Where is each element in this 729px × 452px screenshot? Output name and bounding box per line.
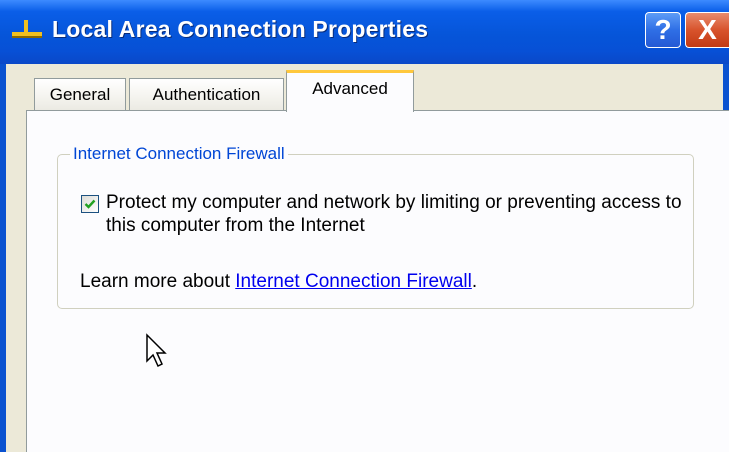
window-title: Local Area Connection Properties — [52, 16, 429, 42]
firewall-group-title: Internet Connection Firewall — [70, 144, 288, 164]
protect-computer-checkbox[interactable] — [81, 195, 99, 213]
learn-more-suffix: . — [471, 271, 478, 292]
network-connection-icon — [10, 20, 44, 46]
tab-general[interactable]: General — [34, 78, 126, 110]
mouse-pointer-icon — [145, 333, 169, 374]
learn-more-prefix: Learn more about — [80, 271, 236, 292]
checkmark-icon — [84, 199, 96, 209]
window-border-left — [0, 64, 6, 452]
protect-computer-label[interactable]: Protect my computer and network by limit… — [106, 191, 686, 237]
help-button[interactable]: ? — [645, 12, 681, 48]
firewall-help-link[interactable]: Internet Connection Firewall — [235, 271, 472, 292]
title-bar[interactable]: Local Area Connection Properties ? X — [0, 0, 729, 64]
tab-authentication[interactable]: Authentication — [129, 78, 284, 110]
close-button[interactable]: X — [685, 12, 729, 48]
learn-more-line: Learn more about Internet Connection Fir… — [80, 271, 477, 293]
tab-advanced[interactable]: Advanced — [286, 70, 414, 112]
